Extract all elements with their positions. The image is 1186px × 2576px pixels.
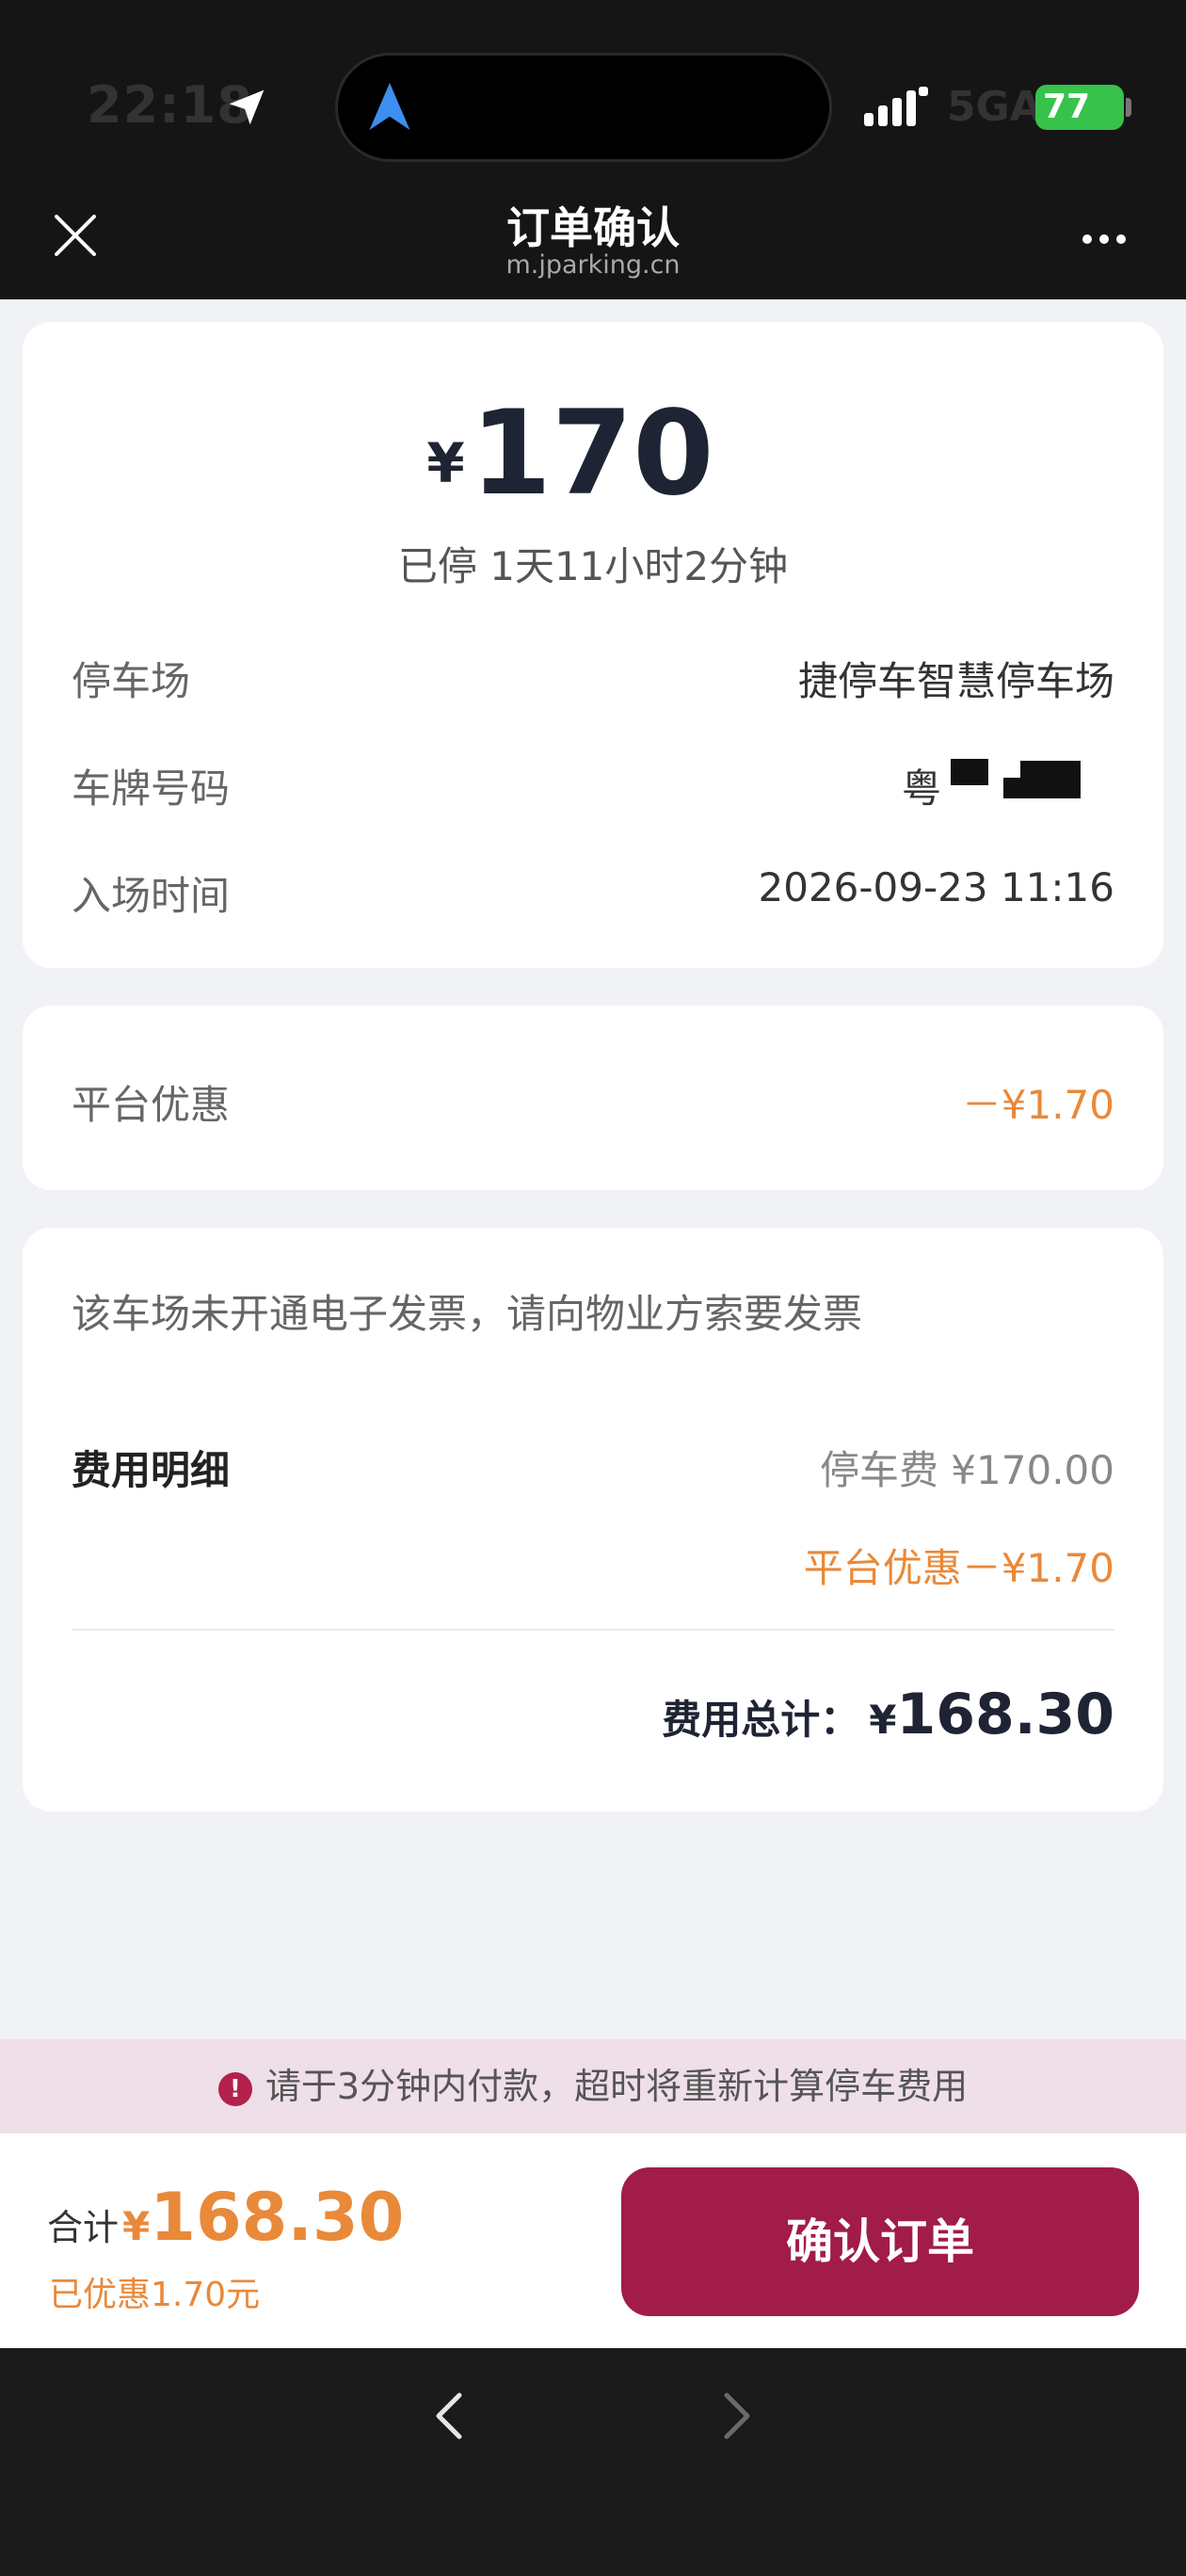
browser-bottom-bar [0,2348,1186,2576]
pay-total-label: 合计 [47,2207,120,2248]
plate-redaction [951,759,988,785]
fee-total-currency: ¥ [869,1697,897,1743]
plate-value: 粤 [901,765,941,812]
battery-tip [1126,98,1131,117]
pay-total-currency: ¥ [122,2203,151,2249]
parking-lot-value: 捷停车智慧停车场 [797,658,1114,704]
chevron-left-icon[interactable] [424,2388,480,2444]
alert-icon: ! [217,2072,252,2106]
pay-total: 合计¥168.30 [47,2179,404,2256]
entry-time-label: 入场时间 [72,873,231,919]
parking-duration: 已停 1天11小时2分钟 [397,543,789,589]
invoice-note: 该车场未开通电子发票，请向物业方索要发票 [72,1291,863,1337]
plate-label: 车牌号码 [72,765,231,812]
page-url: m.jparking.cn [505,250,681,280]
battery-indicator: 77 [1035,85,1124,130]
confirm-order-button[interactable]: 确认订单 [621,2167,1139,2316]
plate-redaction [1003,778,1045,798]
amount-value: 170 [470,386,714,522]
platform-discount: 平台优惠－¥1.70 [803,1545,1114,1591]
chevron-right-icon[interactable] [706,2388,762,2444]
navigation-icon [369,83,410,130]
network-type: 5GA [947,83,1042,131]
page-title: 订单确认 [506,202,680,253]
location-arrow-icon [229,89,264,125]
payment-warning-banner: ! 请于3分钟内付款，超时将重新计算停车费用 [0,2039,1186,2133]
fee-total-label: 费用总计： [662,1697,860,1743]
discount-label: 平台优惠 [72,1082,231,1128]
fee-total: 费用总计： ¥168.30 [662,1682,1114,1747]
saved-amount: 已优惠1.70元 [49,2276,261,2314]
more-options-icon[interactable] [1082,226,1135,252]
fee-total-value: 168.30 [896,1682,1114,1747]
order-amount: ¥170 [0,386,1141,522]
amount-currency: ¥ [426,431,465,495]
discount-value: －¥1.70 [961,1082,1114,1128]
pay-total-value: 168.30 [150,2179,405,2256]
parking-lot-label: 停车场 [72,658,191,704]
payment-warning-text: 请于3分钟内付款，超时将重新计算停车费用 [264,2066,969,2107]
parking-fee: 停车费 ¥170.00 [819,1447,1114,1493]
divider [72,1629,1114,1631]
signal-icon [864,87,928,126]
fee-detail-label: 费用明细 [72,1447,231,1493]
entry-time-value: 2026-09-23 11:16 [758,864,1114,910]
